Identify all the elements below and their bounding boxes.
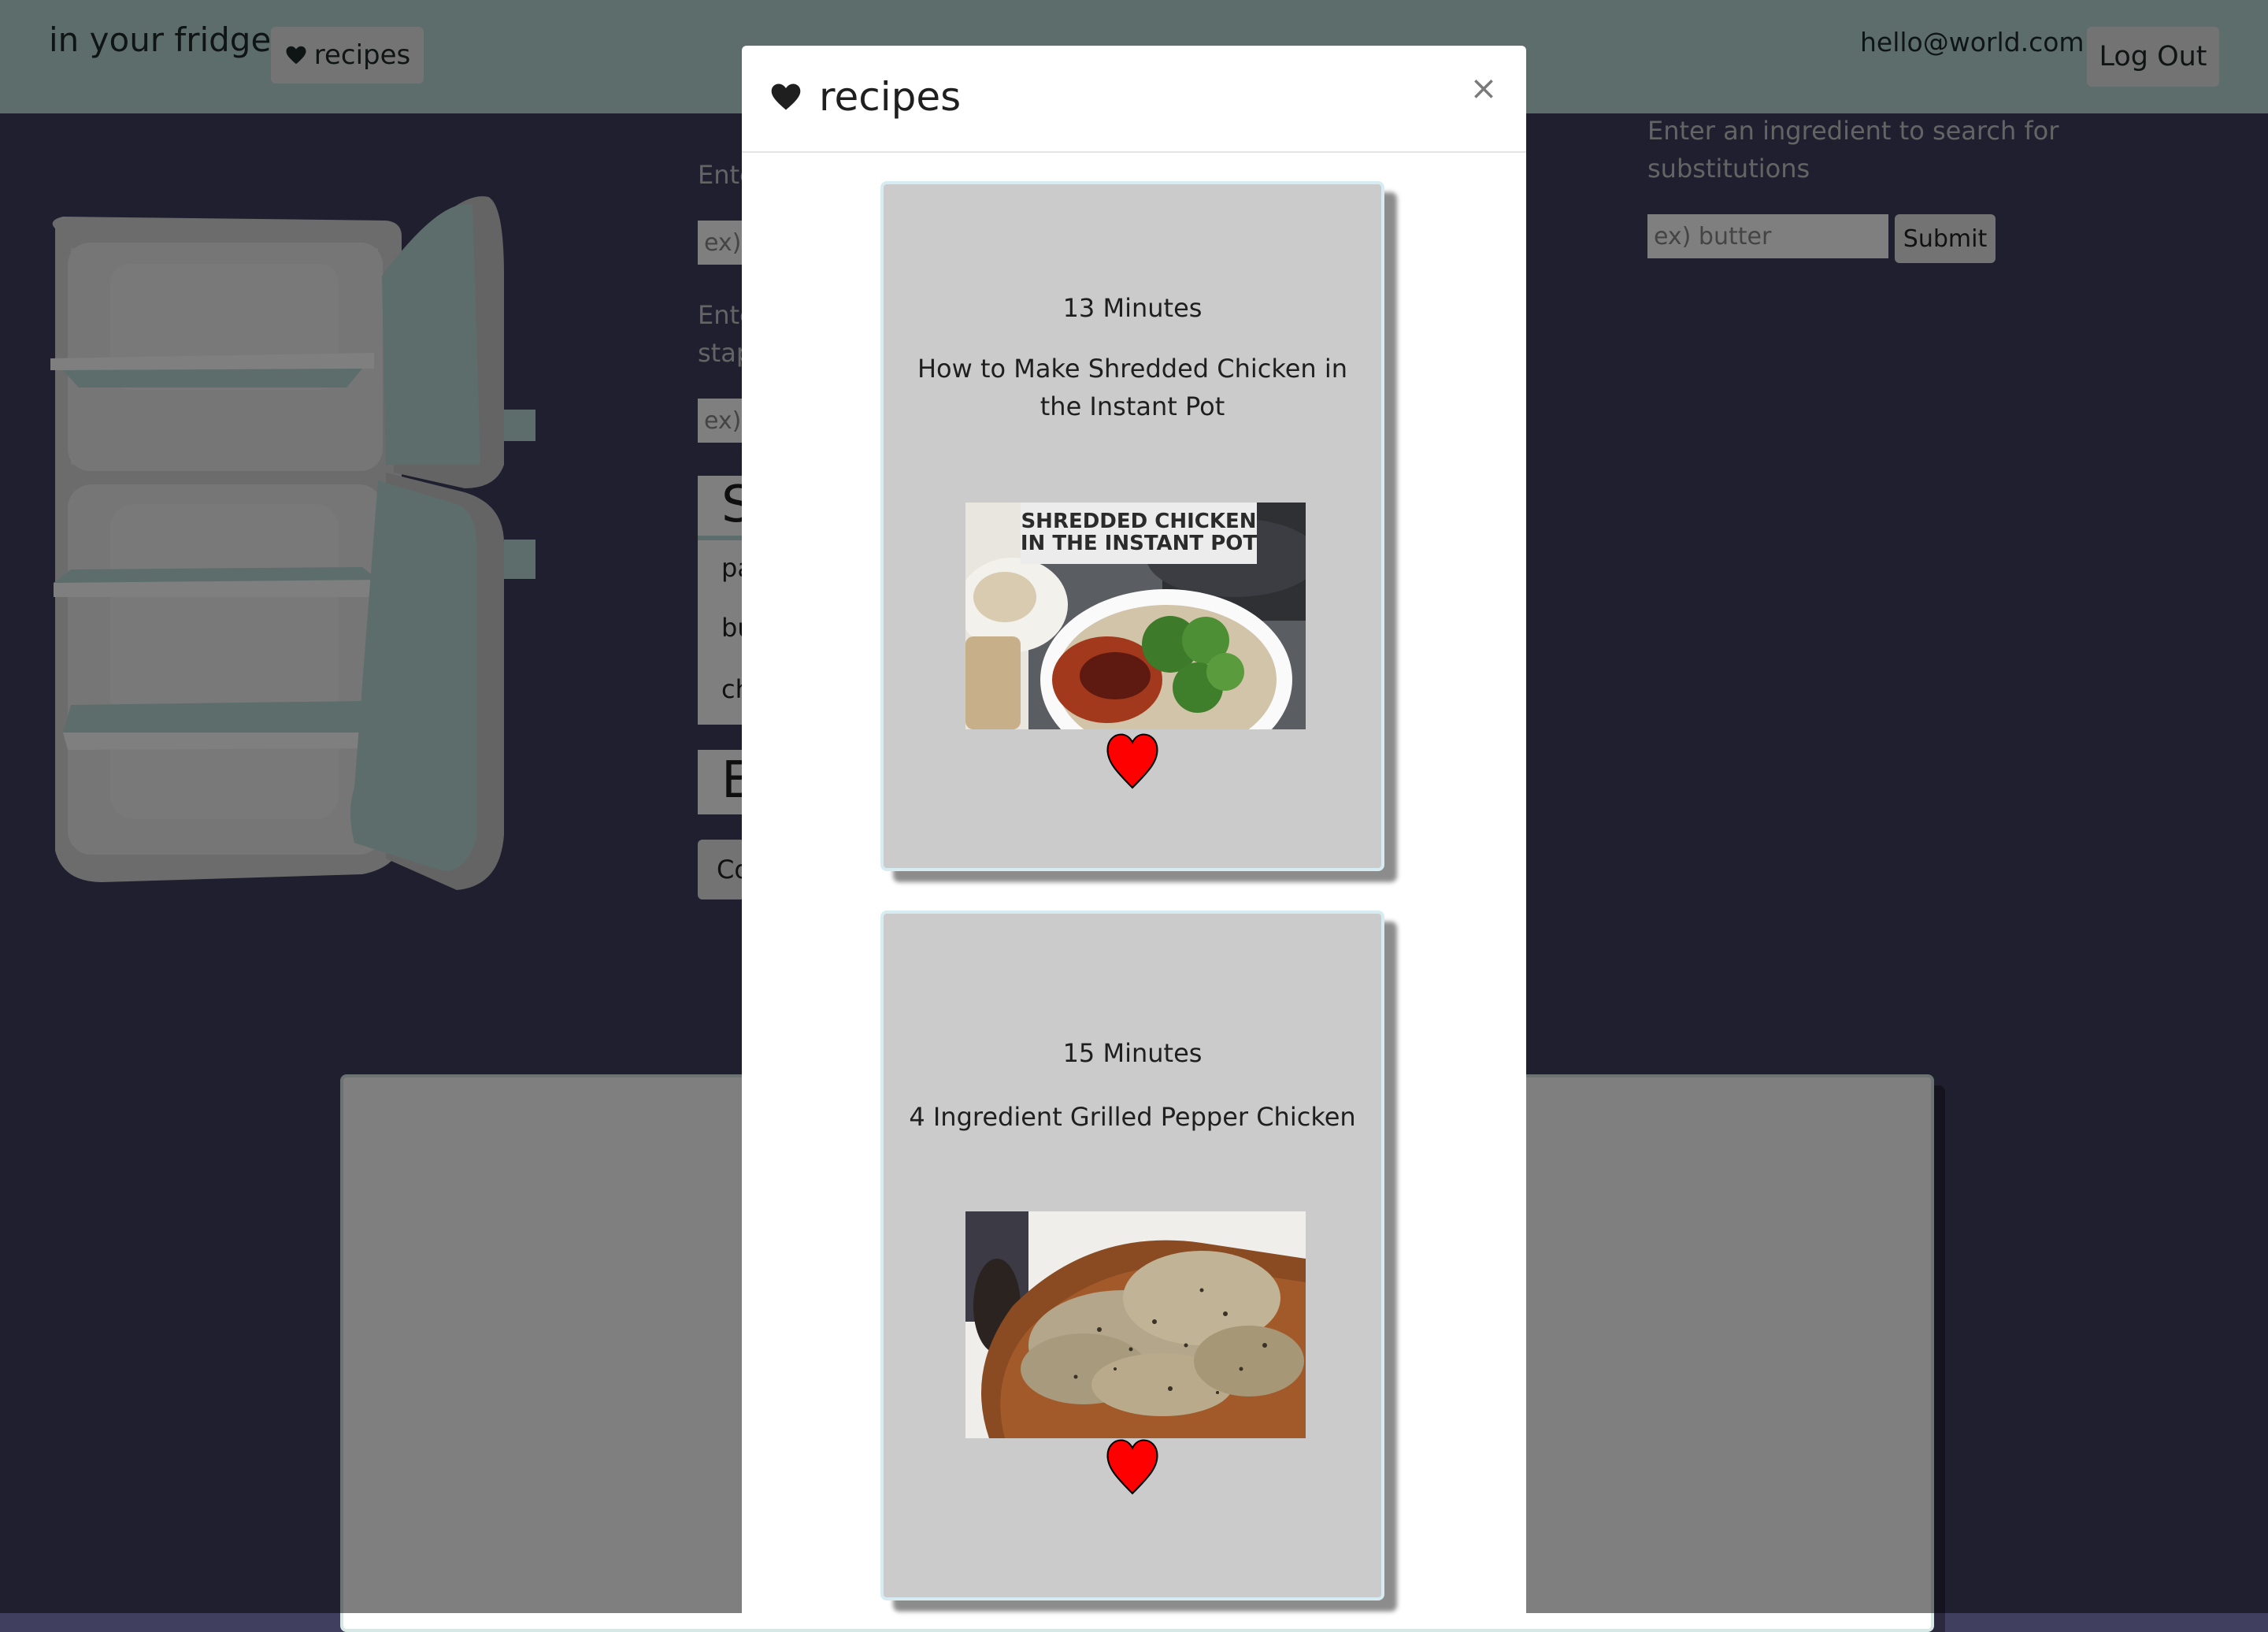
recipes-modal: recipes × 13 Minutes How to Make Shredde… — [742, 46, 1526, 1621]
recipe-image[interactable]: SHREDDED CHICKEN IN THE INSTANT POT — [965, 503, 1306, 729]
close-icon[interactable]: × — [1468, 72, 1499, 105]
recipe-time: 15 Minutes — [1062, 1038, 1203, 1068]
modal-title: recipes — [769, 74, 961, 120]
recipe-title[interactable]: How to Make Shredded Chicken in the Inst… — [907, 350, 1358, 425]
modal-title-text: recipes — [819, 74, 962, 120]
favorite-heart-icon[interactable] — [1104, 728, 1161, 791]
recipe-image[interactable] — [965, 1211, 1306, 1438]
recipe-title[interactable]: 4 Ingredient Grilled Pepper Chicken — [907, 1098, 1358, 1136]
image-caption-line2: IN THE INSTANT POT — [1021, 532, 1257, 555]
modal-header: recipes × — [742, 46, 1526, 153]
recipe-card[interactable]: 13 Minutes How to Make Shredded Chicken … — [880, 181, 1384, 871]
grilled-chicken-photo — [965, 1211, 1306, 1438]
recipe-card[interactable]: 15 Minutes 4 Ingredient Grilled Pepper C… — [880, 911, 1384, 1600]
shredded-chicken-photo: SHREDDED CHICKEN IN THE INSTANT POT — [965, 503, 1306, 729]
recipe-time: 13 Minutes — [1062, 293, 1203, 323]
favorite-heart-icon[interactable] — [1104, 1434, 1161, 1497]
heart-icon — [771, 83, 801, 110]
image-caption-line1: SHREDDED CHICKEN — [1021, 510, 1256, 533]
